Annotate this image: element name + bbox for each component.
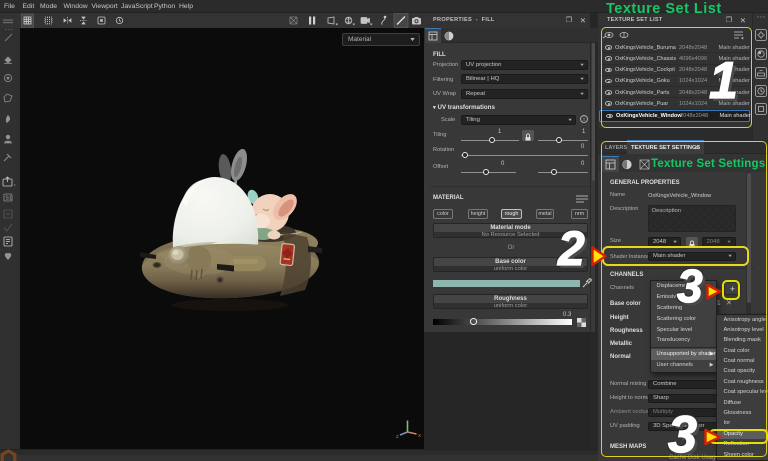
svg-text:X: X <box>418 433 421 438</box>
svg-text:Z: Z <box>396 434 399 439</box>
svg-text:S1: S1 <box>6 196 12 202</box>
